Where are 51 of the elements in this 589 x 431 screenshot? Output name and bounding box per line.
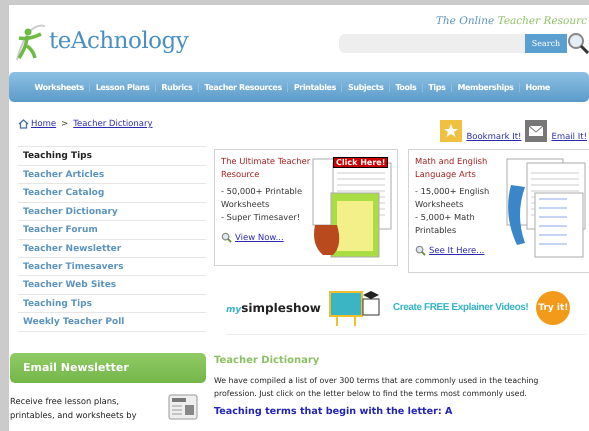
breadcrumb-link[interactable]: Teacher Dictionary (73, 119, 153, 129)
promo-text: - 5,000+ Math Printables (415, 211, 476, 237)
search-icon (567, 32, 589, 54)
action-link[interactable]: Email It! (551, 132, 587, 142)
ad-logo[interactable]: mysimpleshow (226, 300, 321, 314)
magnifier-icon (221, 232, 232, 243)
sidebar-link[interactable]: Teaching Tips (18, 294, 206, 314)
nav-link[interactable]: Rubrics (154, 82, 198, 92)
search-button[interactable]: Search (525, 34, 567, 52)
nav-link[interactable]: Tools (388, 82, 422, 92)
page-heading: Teacher Dictionary (214, 355, 320, 366)
promo-text: - 15,000+ English Worksheets (415, 185, 490, 211)
sidebar-link[interactable]: Teacher Articles (18, 166, 206, 184)
nav-link[interactable]: Teacher Resources (198, 82, 288, 92)
sidebar-link[interactable]: Teacher Catalog (18, 184, 206, 203)
nav-link[interactable]: Printables (287, 82, 342, 92)
click-here-badge[interactable]: Click Here! (333, 157, 388, 168)
sidebar-title: Teaching Tips (18, 146, 206, 166)
section-heading: Teaching terms that begin with the letter: A (214, 406, 454, 417)
sidebar-link[interactable]: Teacher Dictionary (18, 202, 206, 222)
envelope-icon[interactable] (525, 120, 548, 142)
breadcrumb-separator: > (61, 119, 68, 129)
newsletter-text: Receive free lesson plans, printables, and worksheets by (10, 394, 138, 422)
nav-link[interactable]: Home (519, 82, 556, 92)
site-logo[interactable]: teAchnology (49, 28, 188, 54)
sidebar-link[interactable]: Teacher Timesavers (18, 258, 206, 276)
breadcrumb-link[interactable]: Home (31, 119, 56, 129)
promo-link[interactable]: See It Here... (429, 246, 484, 256)
nav-link[interactable]: Memberships (450, 82, 520, 92)
newspaper-icon (168, 394, 198, 420)
newsletter-header: Email Newsletter (10, 352, 206, 383)
search-field[interactable] (339, 34, 525, 52)
promo-title[interactable]: The Ultimate Teacher Resource (221, 155, 311, 181)
magnifier-icon (415, 245, 426, 256)
sidebar-link[interactable]: Weekly Teacher Poll (18, 313, 206, 332)
try-it-button[interactable]: Try it! (536, 290, 570, 324)
nav-link[interactable]: Tips (422, 82, 451, 92)
nav-link[interactable]: Worksheets (29, 82, 90, 92)
promo-link[interactable]: View Now... (235, 232, 284, 242)
ad-slogan[interactable]: Create FREE Explainer Videos! (392, 302, 528, 313)
action-link[interactable]: Bookmark It! (466, 132, 522, 142)
nav-link[interactable]: Lesson Plans (89, 82, 155, 92)
promo-text: - Super Timesaver! (221, 211, 302, 224)
tagline: The Online Teacher Resourc (436, 15, 588, 27)
home-icon (18, 119, 29, 129)
sidebar-link[interactable]: Teacher Web Sites (18, 276, 206, 295)
nav-link[interactable]: Subjects (341, 82, 389, 92)
sidebar-link[interactable]: Teacher Forum (18, 221, 206, 240)
promo-title[interactable]: Math and English Language Arts (415, 155, 505, 181)
sidebar-link[interactable]: Teacher Newsletter (18, 240, 206, 258)
promo-text: - 50,000+ Printable Worksheets (221, 185, 304, 211)
